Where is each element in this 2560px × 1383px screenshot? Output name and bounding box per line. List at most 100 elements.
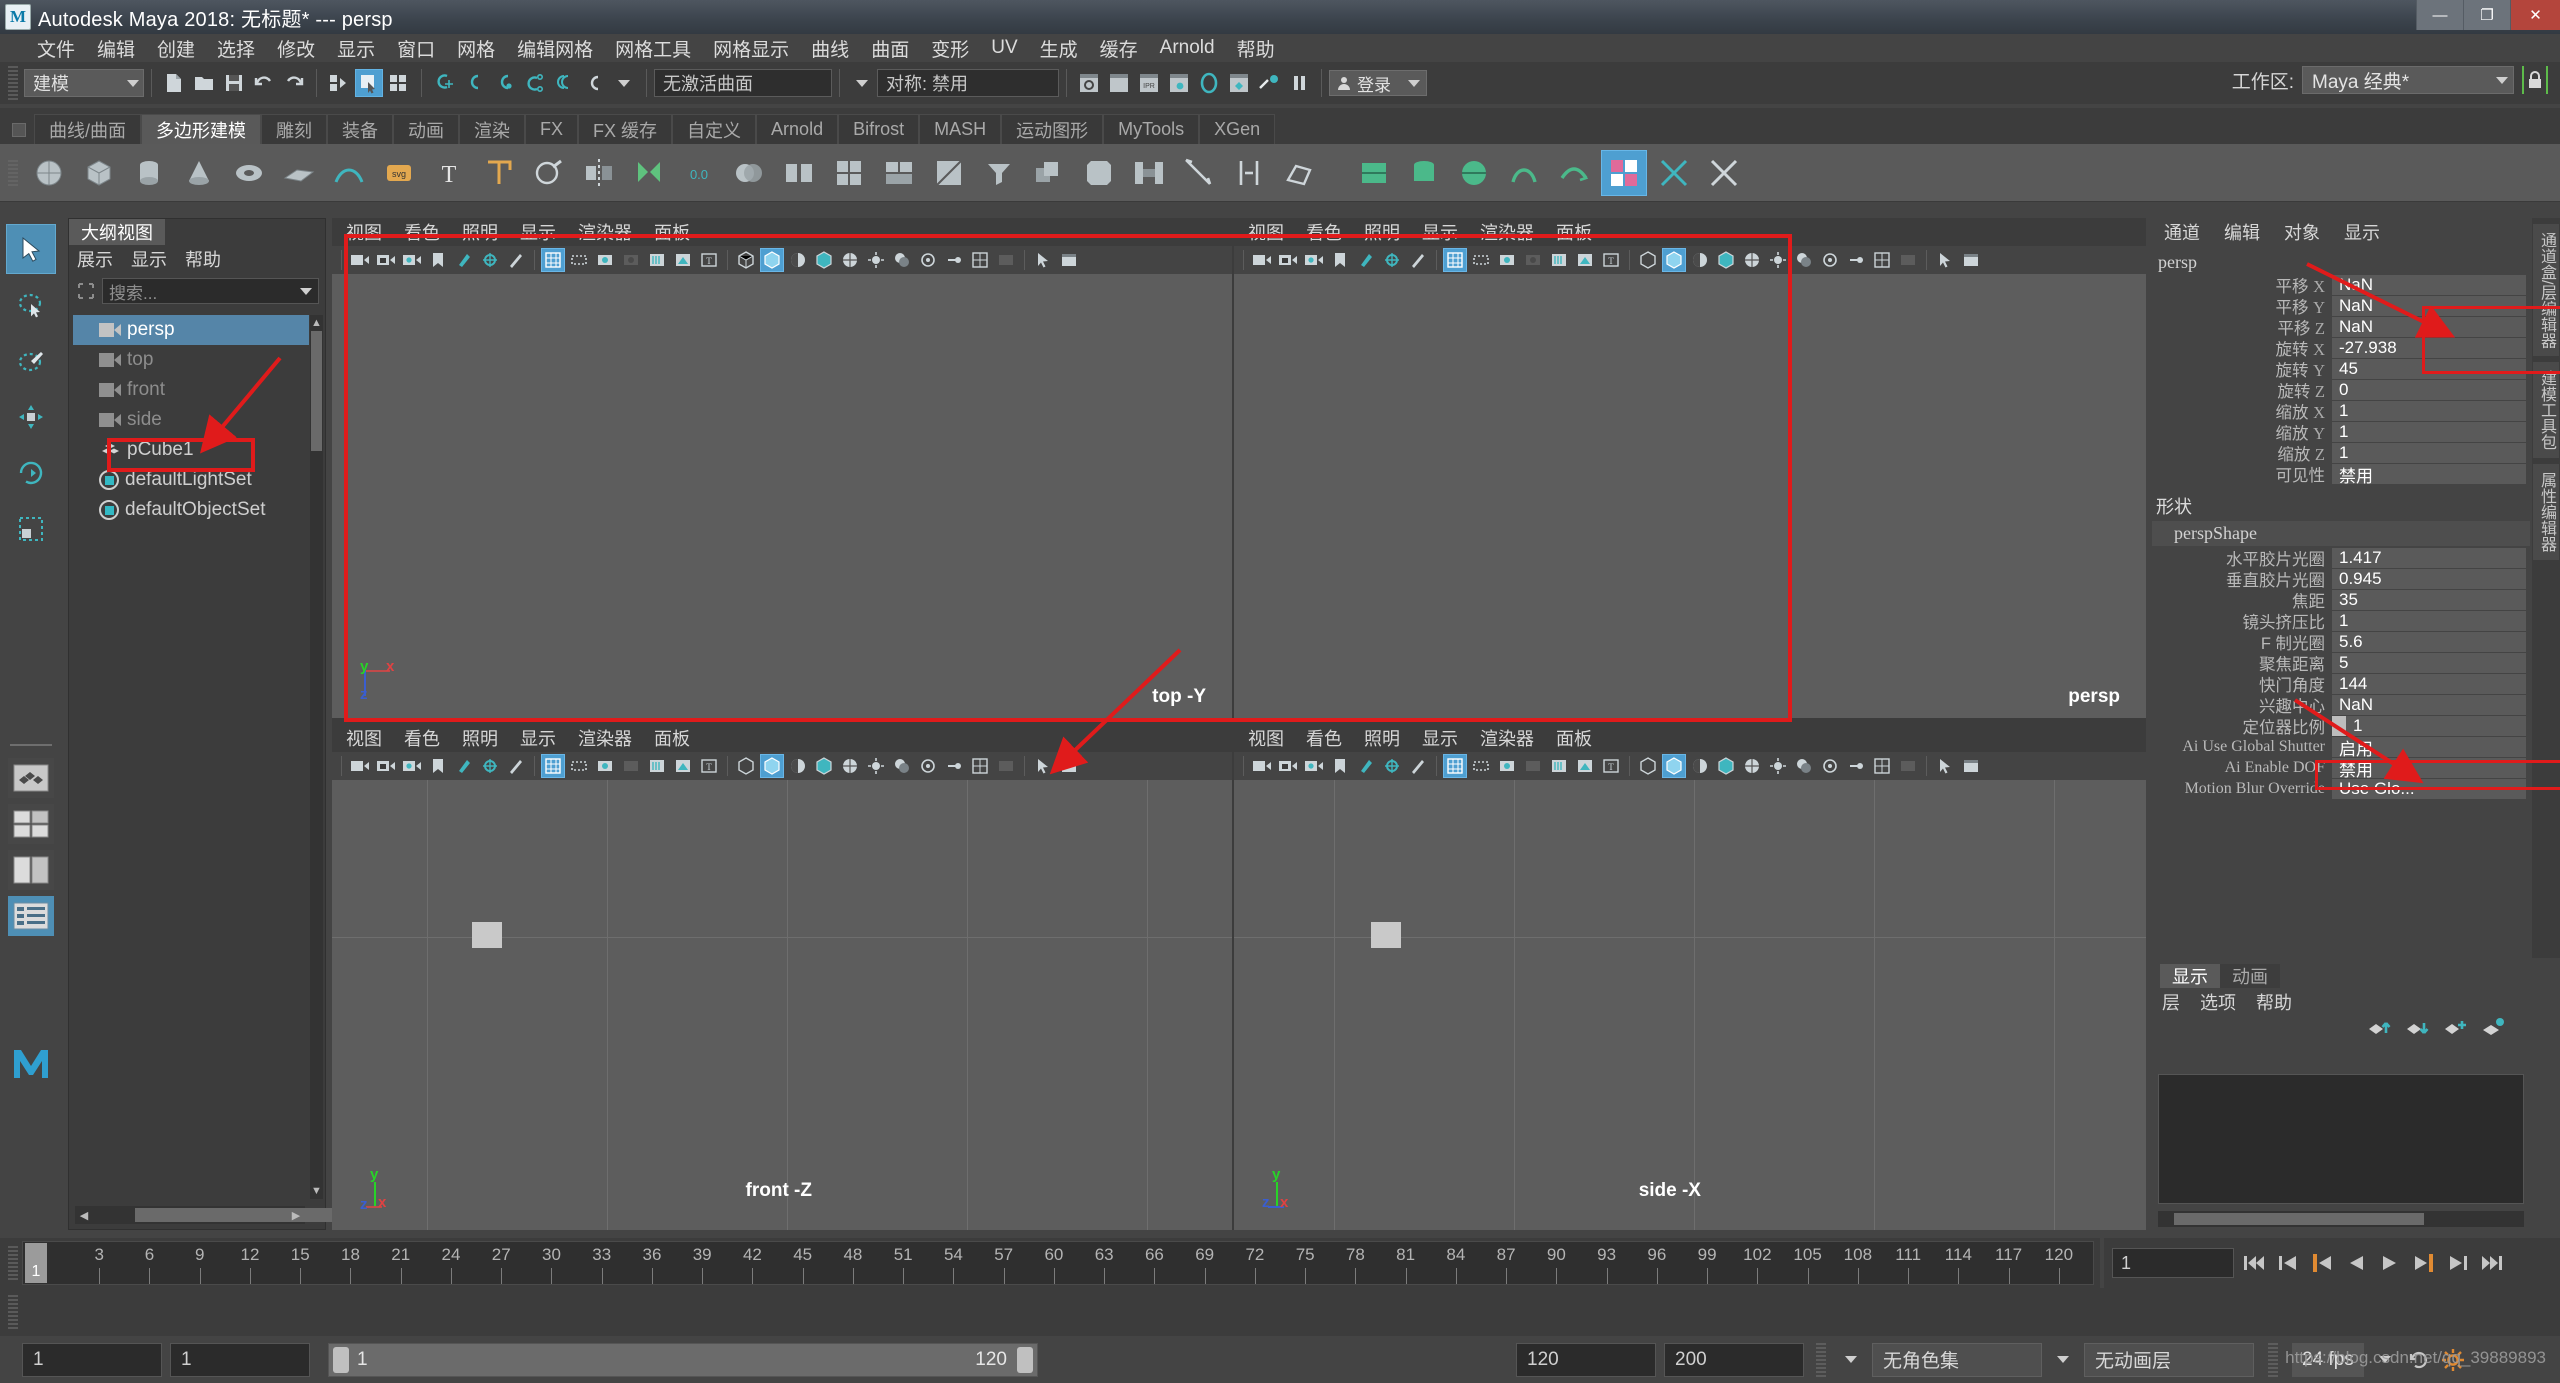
isolate-select-icon[interactable] (1933, 754, 1957, 778)
layer-move-up-icon[interactable] (2368, 1017, 2392, 1043)
time-slider-track[interactable]: 1 3 6 9 12 15 18 21 24 27 30 33 36 39 42 45 48 51 54 57 60 6… (22, 1241, 2094, 1285)
uv-automatic-icon[interactable] (1501, 150, 1547, 196)
uv-unfold-icon[interactable] (1551, 150, 1597, 196)
outliner-tab[interactable]: 大纲视图 (69, 219, 165, 245)
channel-row-translate-z[interactable]: 平移 Z NaN (2152, 317, 2526, 338)
front-viewport-canvas[interactable]: y z x front -Z (332, 780, 1232, 1230)
animation-layer-dropdown-button[interactable] (2050, 1343, 2076, 1377)
cube-manipulator-handle[interactable] (472, 922, 502, 948)
resolution-gate-icon[interactable] (1495, 754, 1519, 778)
select-camera-icon[interactable] (348, 248, 372, 272)
film-gate-icon[interactable] (567, 754, 591, 778)
animation-end-time-field[interactable]: 200 (1664, 1342, 1804, 1377)
channel-value[interactable]: 144 (2332, 674, 2526, 694)
viewport-menu-view[interactable]: 视图 (346, 725, 382, 751)
viewport-menu-show[interactable]: 显示 (520, 219, 556, 245)
channel-row-locator-scale[interactable]: 定位器比例 1 (2152, 716, 2526, 737)
shelf-tab-mytools[interactable]: MyTools (1103, 114, 1200, 144)
shade-lighting-icon[interactable] (786, 754, 810, 778)
two-d-pan-zoom-icon[interactable] (1380, 754, 1404, 778)
two-d-pan-zoom-icon[interactable] (478, 248, 502, 272)
texture-mode-icon[interactable] (1740, 754, 1764, 778)
gate-mask-icon[interactable] (1521, 754, 1545, 778)
channel-row-scale-z[interactable]: 缩放 Z 1 (2152, 443, 2526, 464)
snap-to-point-icon[interactable] (490, 69, 518, 97)
xray-joints-icon[interactable] (671, 248, 695, 272)
viewport-menu-renderer[interactable]: 渲染器 (1480, 219, 1534, 245)
grease-pencil-icon[interactable] (504, 248, 528, 272)
range-start-handle[interactable] (333, 1346, 349, 1373)
front-viewport-panel[interactable]: 视图 看色 照明 显示 渲染器 面板 T y z x front -Z (332, 724, 1232, 1230)
go-to-start-icon[interactable] (2240, 1249, 2268, 1277)
motion-blur-icon[interactable] (1844, 754, 1868, 778)
channel-value[interactable]: -27.938 (2332, 338, 2526, 358)
top-viewport-canvas[interactable]: y x z top -Y (332, 274, 1232, 718)
menu-item-surfaces[interactable]: 曲面 (860, 33, 920, 64)
viewport-menu-panels[interactable]: 面板 (1556, 219, 1592, 245)
polygon-sphere-icon[interactable] (26, 150, 72, 196)
separate-icon[interactable] (776, 150, 822, 196)
lock-camera-icon[interactable] (1276, 248, 1300, 272)
channel-value[interactable]: 5.6 (2332, 632, 2526, 652)
channel-row-f-stop[interactable]: F 制光圈 5.6 (2152, 632, 2526, 653)
svg-tool-icon[interactable]: svg (376, 150, 422, 196)
menu-item-edit[interactable]: 编辑 (86, 33, 146, 64)
outliner-vertical-scrollbar[interactable]: ▲ ▼ (310, 315, 323, 1199)
xray-icon[interactable] (1547, 754, 1571, 778)
scroll-right-arrow-icon[interactable]: ▶ (287, 1206, 305, 1224)
layout-outliner-persp-button[interactable] (8, 896, 54, 936)
two-d-pan-zoom-icon[interactable] (1380, 248, 1404, 272)
pause-render-icon[interactable] (1285, 69, 1313, 97)
menu-item-deform[interactable]: 变形 (920, 33, 980, 64)
layer-editor-menu-layers[interactable]: 层 (2162, 989, 2180, 1015)
layer-editor-menu-options[interactable]: 选项 (2200, 989, 2236, 1015)
channel-value[interactable]: 0.945 (2332, 569, 2526, 589)
menu-item-windows[interactable]: 窗口 (386, 33, 446, 64)
shadows-icon[interactable] (1792, 248, 1816, 272)
menu-item-mesh[interactable]: 网格 (446, 33, 506, 64)
shelf-tab-animation[interactable]: 动画 (393, 114, 460, 144)
uv-layout-icon[interactable] (1701, 150, 1747, 196)
xray-joints-icon[interactable] (671, 754, 695, 778)
depth-peeling-icon[interactable] (994, 754, 1018, 778)
wireframe-on-shaded-icon[interactable] (1714, 754, 1738, 778)
viewport-panel-icon[interactable] (1959, 248, 1983, 272)
multisample-icon[interactable] (1870, 248, 1894, 272)
select-by-object-icon[interactable] (355, 69, 383, 97)
snap-to-view-plane-icon[interactable] (550, 69, 578, 97)
multisample-icon[interactable] (968, 248, 992, 272)
camera-attributes-icon[interactable] (1302, 754, 1326, 778)
channel-value[interactable]: NaN (2332, 296, 2526, 316)
outliner-item-persp[interactable]: persp (73, 315, 309, 345)
character-set-dropdown-button[interactable] (1838, 1343, 1864, 1377)
shadows-icon[interactable] (1792, 754, 1816, 778)
texture-mode-icon[interactable] (1740, 248, 1764, 272)
channel-box-menu-show[interactable]: 显示 (2344, 219, 2380, 245)
shadows-icon[interactable] (890, 248, 914, 272)
paint-select-tool-button[interactable] (6, 336, 56, 386)
depth-peeling-icon[interactable] (1896, 248, 1920, 272)
render-settings-icon[interactable] (1165, 69, 1193, 97)
character-set-field[interactable]: 无角色集 (1872, 1342, 2042, 1377)
snap-to-grid-icon[interactable] (430, 69, 458, 97)
lock-camera-icon[interactable] (374, 248, 398, 272)
channel-value[interactable]: 禁用 (2332, 464, 2526, 486)
viewport-menu-view[interactable]: 视图 (1248, 219, 1284, 245)
use-all-lights-icon[interactable] (864, 754, 888, 778)
menu-item-file[interactable]: 文件 (26, 33, 86, 64)
wireframe-icon[interactable] (734, 754, 758, 778)
outliner-item-top[interactable]: top (73, 345, 309, 375)
make-live-icon[interactable] (580, 69, 608, 97)
screen-space-ao-icon[interactable] (916, 248, 940, 272)
workspace-lock-button[interactable] (2522, 66, 2548, 94)
outliner-menu-display[interactable]: 展示 (77, 246, 113, 272)
shelf-tab-rendering[interactable]: 渲染 (459, 114, 526, 144)
select-by-component-icon[interactable] (385, 69, 413, 97)
shelf-tab-rigging[interactable]: 装备 (327, 114, 394, 144)
menu-item-help[interactable]: 帮助 (1226, 33, 1286, 64)
shelf-tab-sculpting[interactable]: 雕刻 (261, 114, 328, 144)
toggle-grid-icon[interactable] (541, 248, 565, 272)
isolate-select-icon[interactable] (1031, 248, 1055, 272)
ipr-render-icon[interactable]: IPR (1135, 69, 1163, 97)
wireframe-icon[interactable] (1636, 248, 1660, 272)
